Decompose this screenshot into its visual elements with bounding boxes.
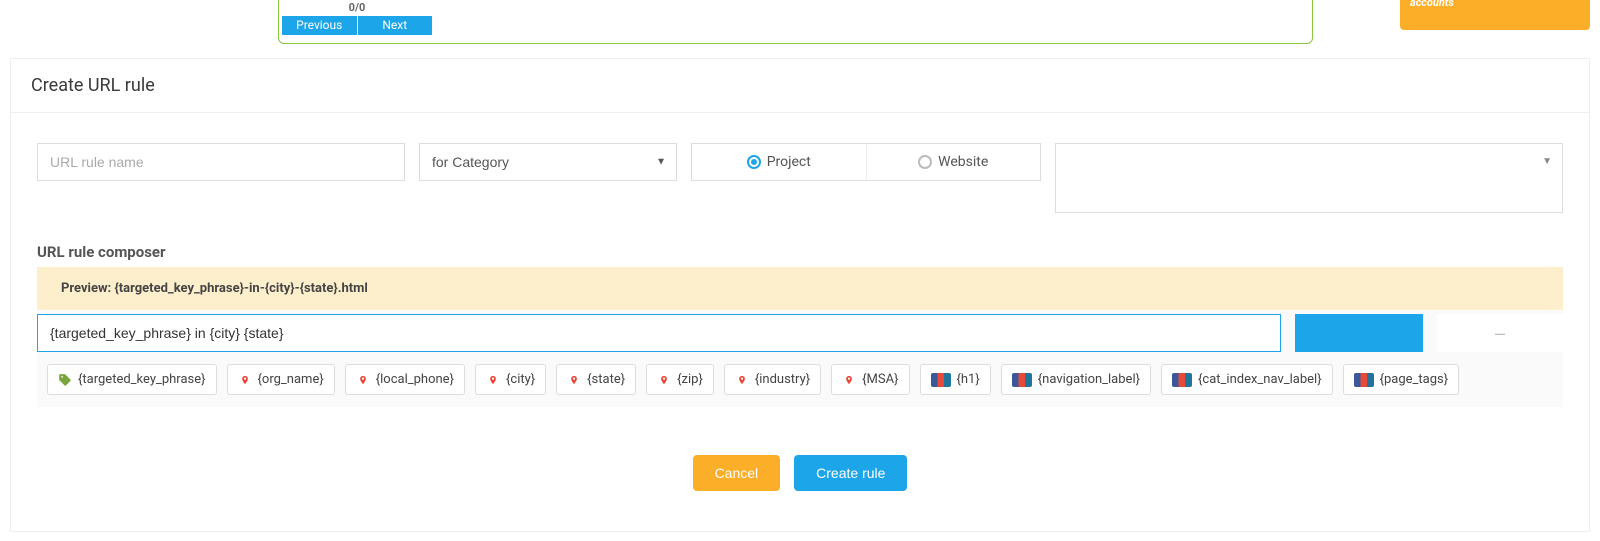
create-url-rule-panel: Create URL rule for Category ▼ Project W… [10, 58, 1590, 532]
for-category-select[interactable]: for Category ▼ [419, 143, 677, 181]
token-org-name[interactable]: {org_name} [227, 364, 335, 395]
pager: 0/0 Previous Next [282, 0, 432, 35]
token-msa[interactable]: {MSA} [831, 364, 909, 395]
radio-project[interactable]: Project [692, 144, 867, 180]
pin-icon [356, 373, 370, 387]
token-label: {h1} [957, 372, 980, 387]
preview-label: Preview: [61, 281, 114, 296]
pin-icon [657, 373, 671, 387]
chevron-down-icon: ▼ [1542, 156, 1552, 167]
token-label: {MSA} [862, 372, 898, 387]
token-zip[interactable]: {zip} [646, 364, 714, 395]
token-label: {page_tags} [1380, 372, 1449, 387]
pager-count: 0/0 [282, 0, 432, 16]
cms-icon [1012, 373, 1032, 387]
cms-icon [1354, 373, 1374, 387]
create-rule-button[interactable]: Create rule [794, 455, 907, 491]
token-label: {state} [587, 372, 625, 387]
token-row: {targeted_key_phrase} {org_name} {local_… [37, 364, 1563, 395]
rule-name-input[interactable] [37, 143, 405, 181]
radio-project-label: Project [767, 154, 811, 170]
preview-value: {targeted_key_phrase}-in-{city}-{state}.… [114, 281, 367, 296]
pin-icon [842, 373, 856, 387]
form-row: for Category ▼ Project Website ▼ [37, 143, 1563, 213]
pin-icon [567, 373, 581, 387]
url-rule-composer: Preview: {targeted_key_phrase}-in-{city}… [37, 267, 1563, 407]
token-state[interactable]: {state} [556, 364, 636, 395]
pin-icon [735, 373, 749, 387]
radio-website[interactable]: Website [867, 144, 1041, 180]
token-cat-index-nav-label[interactable]: {cat_index_nav_label} [1161, 364, 1333, 395]
token-city[interactable]: {city} [475, 364, 546, 395]
token-label: {cat_index_nav_label} [1198, 372, 1322, 387]
panel-title: Create URL rule [11, 59, 1589, 113]
cancel-button[interactable]: Cancel [693, 455, 781, 491]
next-button[interactable]: Next [358, 16, 433, 35]
cms-icon [1172, 373, 1192, 387]
scope-radio-group: Project Website [691, 143, 1041, 181]
token-label: {local_phone} [376, 372, 454, 387]
token-targeted-key-phrase[interactable]: {targeted_key_phrase} [47, 364, 217, 395]
token-h1[interactable]: {h1} [920, 364, 991, 395]
target-dropdown[interactable]: ▼ [1055, 143, 1563, 213]
footer-actions: Cancel Create rule [37, 455, 1563, 491]
pin-icon [486, 373, 500, 387]
token-label: {city} [506, 372, 535, 387]
composer-add-button[interactable] [1295, 314, 1423, 352]
token-label: {targeted_key_phrase} [78, 372, 206, 387]
context-panel [278, 0, 1313, 44]
token-label: {org_name} [258, 372, 324, 387]
composer-title: URL rule composer [37, 243, 1563, 261]
prev-button[interactable]: Previous [282, 16, 357, 35]
tag-icon [58, 373, 72, 387]
preview-bar: Preview: {targeted_key_phrase}-in-{city}… [37, 267, 1563, 310]
token-label: {industry} [755, 372, 810, 387]
token-industry[interactable]: {industry} [724, 364, 821, 395]
accounts-banner[interactable]: accounts [1400, 0, 1590, 30]
composer-input[interactable] [37, 314, 1281, 352]
radio-icon [918, 155, 932, 169]
radio-icon [747, 155, 761, 169]
token-navigation-label[interactable]: {navigation_label} [1001, 364, 1151, 395]
composer-remove-button[interactable]: – [1437, 314, 1563, 352]
pin-icon [238, 373, 252, 387]
token-label: {navigation_label} [1038, 372, 1140, 387]
token-local-phone[interactable]: {local_phone} [345, 364, 465, 395]
token-label: {zip} [677, 372, 703, 387]
token-page-tags[interactable]: {page_tags} [1343, 364, 1460, 395]
radio-website-label: Website [938, 154, 988, 170]
cms-icon [931, 373, 951, 387]
